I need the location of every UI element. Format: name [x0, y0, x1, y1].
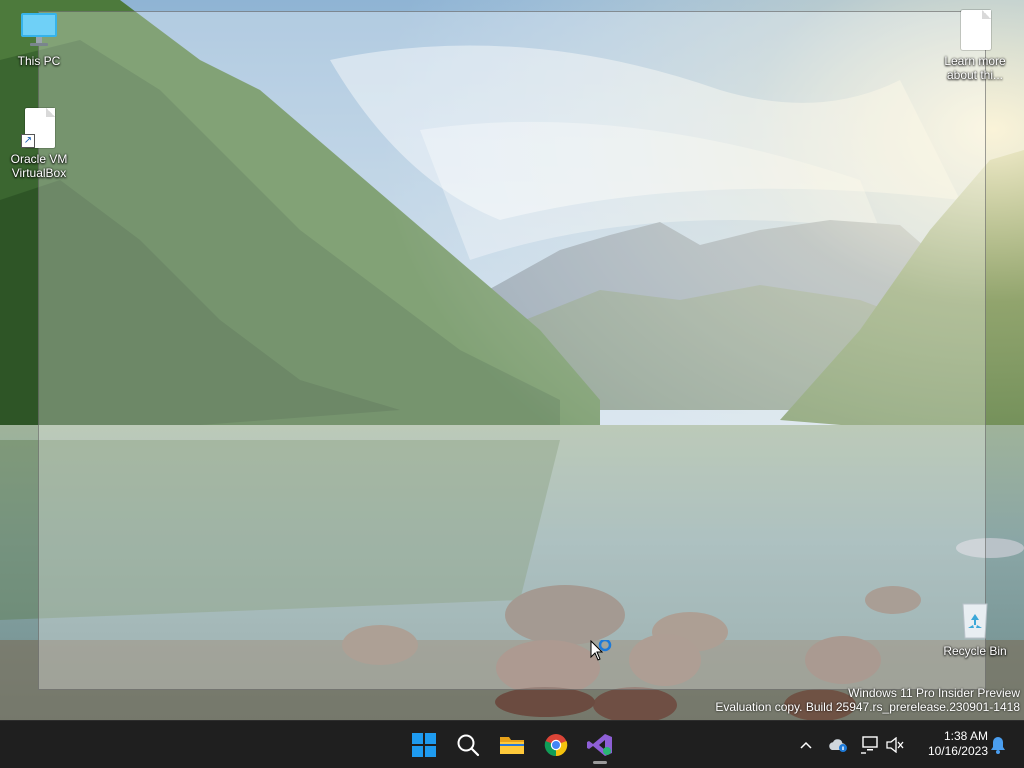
bell-icon — [991, 737, 1005, 754]
watermark-build: Evaluation copy. Build 25947.rs_prerelea… — [715, 700, 1020, 714]
desktop-icon-learn-more[interactable]: Learn more about thi... — [937, 10, 1013, 82]
file-explorer-button[interactable] — [492, 725, 532, 765]
desktop-icon-label: Learn more about thi... — [944, 54, 1006, 82]
onedrive-tray-button[interactable] — [826, 729, 850, 761]
shortcut-arrow-icon: ↗ — [21, 134, 35, 148]
translucent-overlay-window — [38, 11, 986, 690]
document-icon — [955, 10, 995, 50]
taskbar: 1:38 AM 10/16/2023 — [0, 720, 1024, 768]
start-icon — [412, 733, 436, 757]
chrome-button[interactable] — [536, 725, 576, 765]
clock-date: 10/16/2023 — [927, 744, 988, 758]
file-explorer-icon — [500, 737, 524, 754]
search-button[interactable] — [448, 725, 488, 765]
search-icon — [457, 734, 480, 757]
volume-muted-icon — [886, 737, 904, 753]
windows-watermark: Windows 11 Pro Insider Preview Evaluatio… — [715, 686, 1020, 714]
desktop-icon-label: This PC — [17, 54, 61, 68]
notifications-button[interactable] — [988, 729, 1008, 761]
visual-studio-icon — [587, 734, 612, 756]
network-tray-button[interactable] — [858, 729, 882, 761]
start-button[interactable] — [404, 725, 444, 765]
desktop-icon-recycle-bin[interactable]: Recycle Bin — [937, 600, 1013, 658]
desktop-icon-label: Oracle VM VirtualBox — [10, 152, 68, 180]
recycle-bin-icon — [955, 600, 995, 640]
monitor-icon — [19, 10, 59, 50]
watermark-edition: Windows 11 Pro Insider Preview — [848, 686, 1020, 700]
show-hidden-icons-button[interactable] — [796, 729, 816, 761]
network-icon — [861, 736, 878, 754]
clock-time: 1:38 AM — [943, 729, 988, 743]
desktop-icon-label: Recycle Bin — [943, 644, 1007, 658]
mouse-pointer-icon — [590, 638, 618, 669]
visual-studio-button[interactable] — [580, 725, 620, 765]
chrome-icon — [544, 734, 568, 757]
chevron-up-icon — [800, 741, 812, 749]
desktop-icon-this-pc[interactable]: This PC — [1, 10, 77, 68]
volume-tray-button[interactable] — [884, 729, 906, 761]
document-shortcut-icon: ↗ — [19, 108, 59, 148]
desktop-icon-virtualbox[interactable]: ↗ Oracle VM VirtualBox — [1, 108, 77, 180]
clock[interactable]: 1:38 AM 10/16/2023 — [912, 729, 988, 761]
onedrive-icon — [829, 739, 847, 752]
